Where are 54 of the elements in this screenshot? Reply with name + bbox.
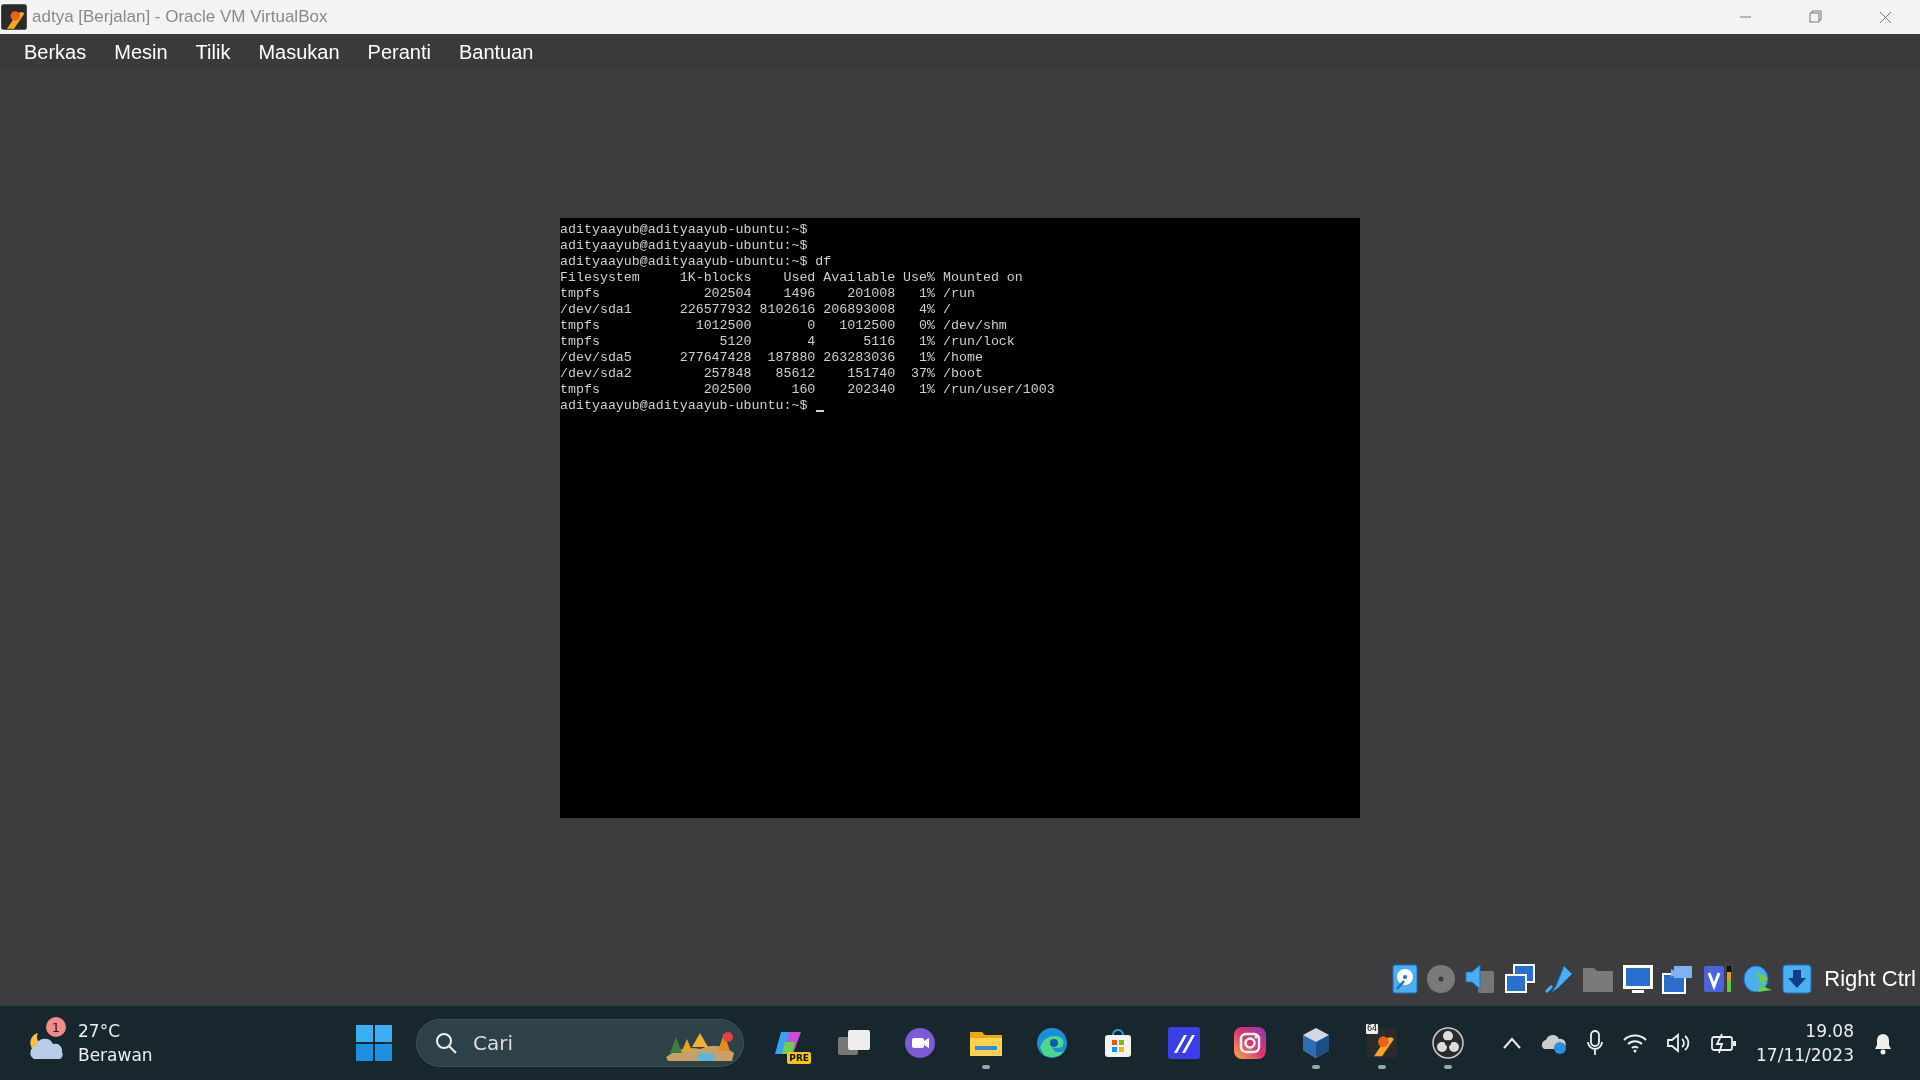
- menu-item[interactable]: Masukan: [246, 36, 352, 68]
- temperature: 27°C: [78, 1020, 121, 1043]
- search-field[interactable]: Cari: [416, 1019, 744, 1067]
- video-call-icon: [904, 1027, 936, 1059]
- cube-icon: [1300, 1026, 1332, 1060]
- microphone-icon[interactable]: [1586, 1030, 1604, 1056]
- audio-icon: [1464, 964, 1497, 994]
- terminal-line: tmpfs 202504 1496 201008 1% /run: [560, 286, 975, 302]
- battery-charging-icon[interactable]: [1710, 1032, 1738, 1054]
- store-icon: [1102, 1027, 1134, 1059]
- cpu-meter-icon: [1702, 964, 1735, 994]
- terminal-line: adityaayub@adityaayub-ubuntu:~$ df: [560, 254, 832, 270]
- menu-item[interactable]: Tilik: [183, 36, 243, 68]
- terminal-line: adityaayub@adityaayub-ubuntu:~$: [560, 238, 808, 254]
- search-icon: [434, 1031, 458, 1055]
- menu-item[interactable]: Mesin: [102, 36, 180, 68]
- chevron-up-icon[interactable]: [1502, 1036, 1522, 1050]
- download-icon: [1782, 964, 1813, 994]
- usb-icon: [1544, 964, 1575, 994]
- virtualbox-icon: [0, 3, 28, 31]
- folder-icon: [1582, 965, 1615, 993]
- clock-time[interactable]: 19.08: [1805, 1019, 1854, 1043]
- terminal-line: tmpfs 202500 160 202340 1% /run/user/1003: [560, 382, 1055, 398]
- network-icon: [1504, 964, 1537, 994]
- display-icon: [1622, 964, 1655, 994]
- terminal-line: /dev/sda1 226577932 8102616 206893008 4% /: [560, 302, 951, 318]
- terminal-line: adityaayub@adityaayub-ubuntu:~$: [560, 398, 808, 414]
- windows-start-icon[interactable]: [356, 1025, 392, 1061]
- window-title: adtya [Berjalan] - Oracle VM VirtualBox: [32, 7, 328, 27]
- terminal-line: /dev/sda2 257848 85612 151740 37% /boot: [560, 366, 983, 382]
- terminal-line: tmpfs 1012500 0 1012500 0% /dev/shm: [560, 318, 1007, 334]
- disc-icon: [1426, 964, 1457, 994]
- browser-icon: [1036, 1027, 1068, 1059]
- host-key-label: Right Ctrl: [1824, 966, 1916, 992]
- terminal-line: adityaayub@adityaayub-ubuntu:~$: [560, 222, 808, 238]
- task-view-icon: [836, 1028, 872, 1058]
- clock-date[interactable]: 17/11/2023: [1756, 1043, 1854, 1067]
- notification-bell-icon[interactable]: [1872, 1031, 1894, 1055]
- badge: 64: [1366, 1024, 1379, 1034]
- video-capture-icon: [1662, 964, 1695, 994]
- terminal-line: Filesystem 1K-blocks Used Available Use% Mounted on: [560, 270, 1023, 286]
- wifi-icon[interactable]: [1622, 1032, 1648, 1054]
- notification-badge: 1: [46, 1017, 66, 1037]
- badge: PRE: [787, 1052, 811, 1064]
- volume-icon[interactable]: [1666, 1032, 1692, 1054]
- terminal-line: /dev/sda5 277647428 187880 263283036 1% /home: [560, 350, 983, 366]
- weather-condition: Berawan: [78, 1044, 153, 1067]
- camera-icon: [1234, 1027, 1266, 1059]
- obs-icon: [1432, 1027, 1464, 1059]
- terminal-line: tmpfs 5120 4 5116 1% /run/lock: [560, 334, 1015, 350]
- menu-item[interactable]: Peranti: [355, 36, 443, 68]
- menu-item[interactable]: Berkas: [12, 36, 99, 68]
- app-icon: [1168, 1027, 1200, 1059]
- menu-item[interactable]: Bantuan: [446, 36, 546, 68]
